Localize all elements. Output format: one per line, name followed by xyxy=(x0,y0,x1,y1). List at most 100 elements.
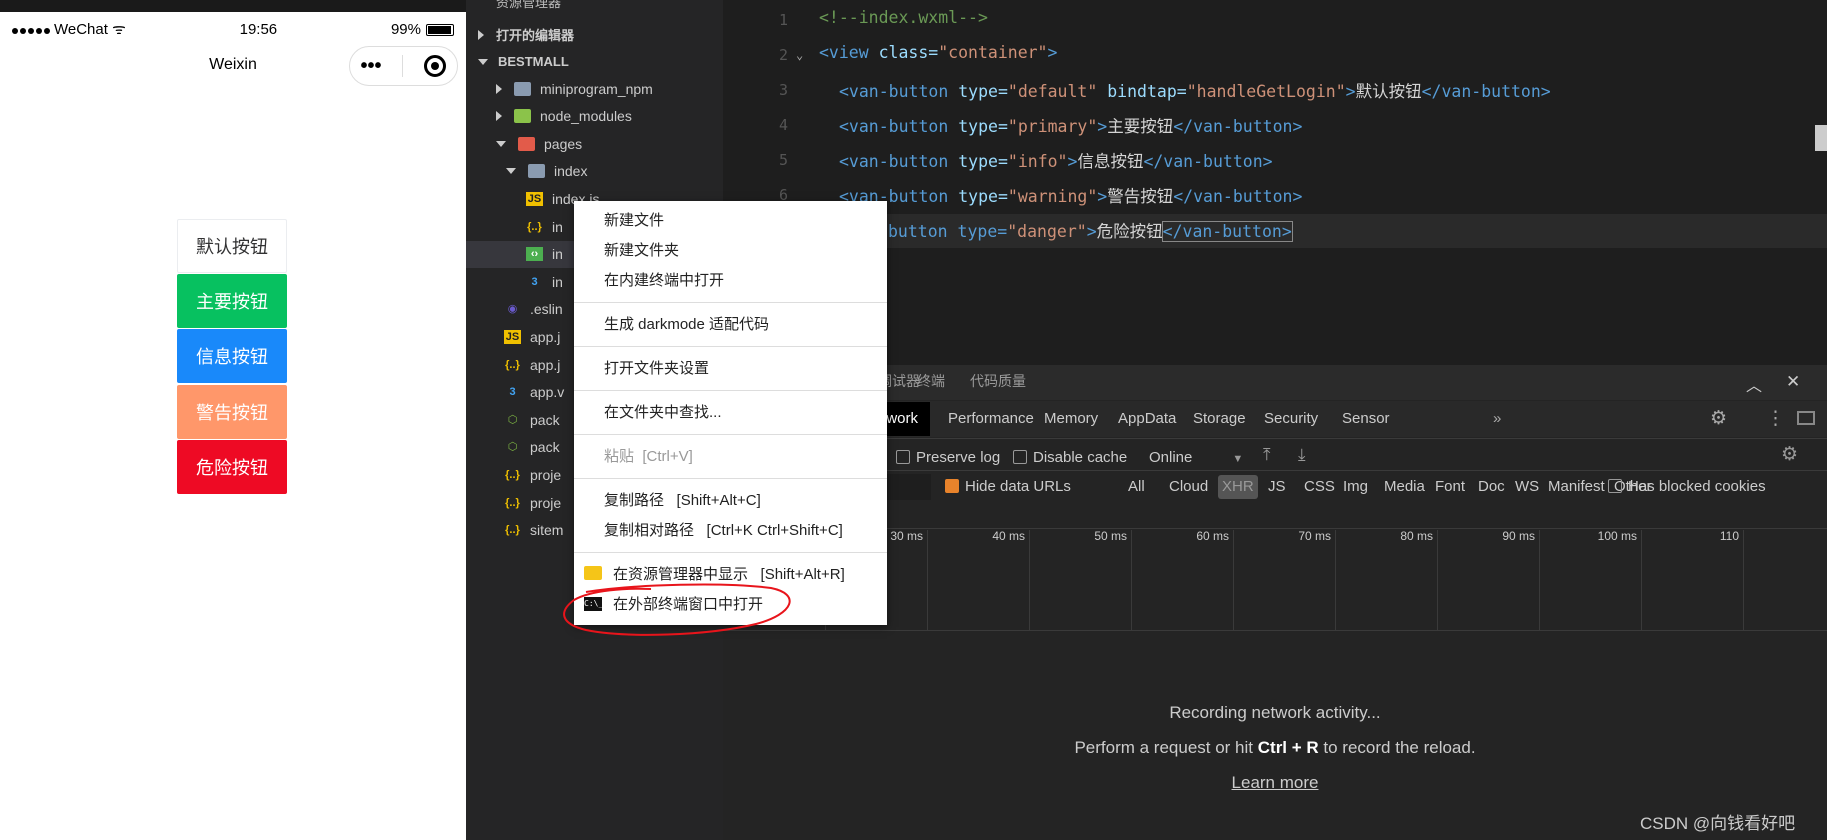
preserve-log-label: Preserve log xyxy=(916,449,1001,466)
filter-cloud[interactable]: Cloud xyxy=(1169,475,1208,499)
string-token: "primary" xyxy=(1007,117,1098,136)
shortcut-key: Ctrl + R xyxy=(1257,738,1319,757)
menu-find-in-folder[interactable]: 在文件夹中查找... xyxy=(604,401,722,425)
menu-new-folder[interactable]: 新建文件夹 xyxy=(604,239,679,263)
open-editors-label: 打开的编辑器 xyxy=(496,28,575,43)
import-har-icon[interactable]: ⤒ xyxy=(1263,445,1271,465)
tag-token: </van-button> xyxy=(1143,152,1273,171)
devtools-tab-storage[interactable]: Storage xyxy=(1193,402,1246,436)
json-file-icon: {..} xyxy=(505,358,520,371)
disable-cache-label: Disable cache xyxy=(1033,449,1128,466)
copy-relative-path-shortcut: [Ctrl+K Ctrl+Shift+C] xyxy=(706,522,843,539)
paste-shortcut: [Ctrl+V] xyxy=(642,448,693,465)
filter-xhr[interactable]: XHR xyxy=(1218,475,1258,499)
devtools-tab-sensor[interactable]: Sensor xyxy=(1342,402,1390,436)
tag-token: > xyxy=(1097,117,1108,136)
settings-gear-icon[interactable]: ⚙ xyxy=(1710,407,1727,430)
filter-media[interactable]: Media xyxy=(1384,475,1425,499)
menu-new-file[interactable]: 新建文件 xyxy=(604,209,664,233)
filter-img[interactable]: Img xyxy=(1343,475,1368,499)
filter-all[interactable]: All xyxy=(1128,475,1145,499)
fold-chevron-icon[interactable]: ⌄ xyxy=(796,48,803,62)
annotation-circle xyxy=(563,583,791,636)
filter-doc[interactable]: Doc xyxy=(1478,475,1505,499)
menu-copy-relative-path[interactable]: 复制相对路径 [Ctrl+K Ctrl+Shift+C] xyxy=(604,519,843,543)
van-button-4[interactable]: 警告按钮 xyxy=(177,385,287,439)
text-token: 警告按钮 xyxy=(1107,187,1174,206)
tag-token: </van-button> xyxy=(1161,221,1293,242)
export-har-icon[interactable]: ⤓ xyxy=(1298,445,1306,465)
status-time: 19:56 xyxy=(239,20,278,38)
filter-manifest[interactable]: Manifest xyxy=(1548,475,1605,499)
tree-item[interactable]: miniprogram_npm xyxy=(466,75,723,102)
js-file-icon: JS xyxy=(526,191,543,206)
devtools-tab-memory[interactable]: Memory xyxy=(1044,402,1098,436)
devtools-tab-appdata[interactable]: AppData xyxy=(1118,402,1176,436)
tab-code-quality[interactable]: 代码质量 xyxy=(970,365,1026,398)
tag-token: </van-button> xyxy=(1421,82,1551,101)
pages-folder-icon xyxy=(518,136,535,151)
filter-js[interactable]: JS xyxy=(1268,475,1286,499)
menu-open-in-integrated-terminal[interactable]: 在内建终端中打开 xyxy=(604,269,724,293)
open-editors-section[interactable]: 打开的编辑器 xyxy=(466,21,723,48)
tree-item-label: .eslin xyxy=(530,301,563,318)
json-file-icon: {..} xyxy=(505,468,520,481)
tag-token: <van-button xyxy=(839,117,949,136)
wxml-file-icon: ‹› xyxy=(526,247,543,262)
editor-scrollbar[interactable] xyxy=(1815,125,1827,151)
close-miniprogram-icon[interactable] xyxy=(424,55,447,77)
filter-font[interactable]: Font xyxy=(1435,475,1465,499)
filter-ws[interactable]: WS xyxy=(1515,475,1539,499)
van-button-1[interactable]: 默认按钮 xyxy=(177,219,287,273)
tag-token: > xyxy=(1086,222,1097,241)
menu-open-folder-settings[interactable]: 打开文件夹设置 xyxy=(604,357,709,381)
code-editor[interactable]: 1234567 <!--index.wxml--> <view class="c… xyxy=(723,0,1827,365)
timeline-gridline xyxy=(1335,530,1336,630)
learn-more-label[interactable]: Learn more xyxy=(1232,773,1319,792)
van-button-5[interactable]: 危险按钮 xyxy=(177,440,287,494)
string-token: "default" xyxy=(1007,82,1098,101)
timeline-tick-label: 80 ms xyxy=(1400,529,1433,543)
has-blocked-cookies-checkbox[interactable]: Has blocked cookies xyxy=(1608,475,1766,499)
tree-item[interactable]: pages xyxy=(466,130,723,157)
hide-data-urls-box[interactable] xyxy=(945,479,959,493)
maximize-icon[interactable]: ︿ xyxy=(1746,372,1762,396)
disable-cache-box[interactable] xyxy=(1013,450,1027,464)
has-blocked-cookies-box[interactable] xyxy=(1608,479,1622,493)
battery-icon xyxy=(426,23,454,36)
tree-item-label: miniprogram_npm xyxy=(540,80,653,97)
tree-item-label: proje xyxy=(530,494,562,511)
van-button-3[interactable]: 信息按钮 xyxy=(177,329,287,383)
tree-item-label: proje xyxy=(530,466,562,483)
project-section[interactable]: BESTMALL xyxy=(466,48,723,75)
timeline-gridline xyxy=(1029,530,1030,630)
devtools-tab-security[interactable]: Security xyxy=(1264,402,1318,436)
network-settings-icon[interactable]: ⚙ xyxy=(1781,443,1798,466)
timeline-tick-label: 90 ms xyxy=(1502,529,1535,543)
hide-data-urls-checkbox[interactable]: Hide data URLs xyxy=(945,475,1071,499)
menu-copy-path[interactable]: 复制路径 [Shift+Alt+C] xyxy=(604,489,761,513)
hide-data-urls-label: Hide data URLs xyxy=(965,478,1071,495)
js-file-icon: JS xyxy=(504,329,521,344)
folder-open-icon xyxy=(528,164,545,179)
close-icon[interactable]: ✕ xyxy=(1786,372,1800,392)
more-icon[interactable]: ••• xyxy=(360,55,381,78)
preserve-log-box[interactable] xyxy=(896,450,910,464)
tree-item[interactable]: node_modules xyxy=(466,103,723,130)
code-line-6: <van-button type="warning">警告按钮</van-but… xyxy=(839,183,1302,207)
tab-terminal[interactable]: 终端 xyxy=(917,365,945,398)
attr-token: class= xyxy=(868,43,939,62)
learn-more-link[interactable]: Learn more xyxy=(723,773,1827,793)
status-bar: WeChat ᯤ 19:56 99% xyxy=(0,14,466,44)
more-tabs-icon[interactable]: » xyxy=(1493,402,1501,436)
tree-item[interactable]: index xyxy=(466,158,723,185)
van-button-2[interactable]: 主要按钮 xyxy=(177,274,287,328)
devtools-tab-performance[interactable]: Performance xyxy=(948,402,1034,436)
simulator-panel: WeChat ᯤ 19:56 99% Weixin ••• 默认按钮 主要按钮 信息… xyxy=(0,0,466,840)
kebab-menu-icon[interactable]: ⋮ xyxy=(1766,407,1785,430)
dock-icon[interactable] xyxy=(1797,411,1815,425)
capsule-menu[interactable]: ••• xyxy=(349,46,458,86)
filter-css[interactable]: CSS xyxy=(1304,475,1335,499)
menu-generate-darkmode[interactable]: 生成 darkmode 适配代码 xyxy=(604,313,769,337)
text-token: 主要按钮 xyxy=(1107,117,1174,136)
